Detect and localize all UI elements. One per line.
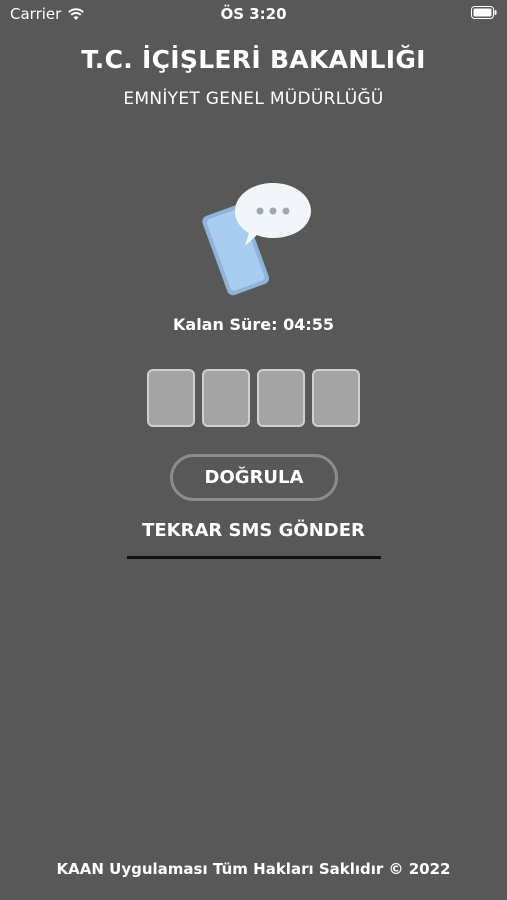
- phone-sms-icon: [202, 183, 311, 296]
- battery-icon: [471, 6, 497, 19]
- status-bar: Carrier ÖS 3:20: [0, 0, 507, 30]
- countdown-timer: Kalan Süre: 04:55: [173, 315, 334, 334]
- resend-sms-link[interactable]: TEKRAR SMS GÖNDER: [0, 520, 507, 541]
- page-subtitle: EMNİYET GENEL MÜDÜRLÜĞÜ: [123, 89, 384, 109]
- resend-underline: [127, 556, 381, 559]
- status-time: ÖS 3:20: [220, 5, 287, 23]
- page-title: T.C. İÇİŞLERİ BAKANLIĞI: [81, 45, 426, 74]
- code-digit-1[interactable]: [147, 369, 195, 427]
- code-digit-3[interactable]: [257, 369, 305, 427]
- footer-copyright: KAAN Uygulaması Tüm Hakları Saklıdır © 2…: [56, 860, 451, 878]
- code-digit-4[interactable]: [312, 369, 360, 427]
- sms-code-input-group: [147, 369, 360, 427]
- code-digit-2[interactable]: [202, 369, 250, 427]
- verify-button[interactable]: DOĞRULA: [170, 454, 338, 501]
